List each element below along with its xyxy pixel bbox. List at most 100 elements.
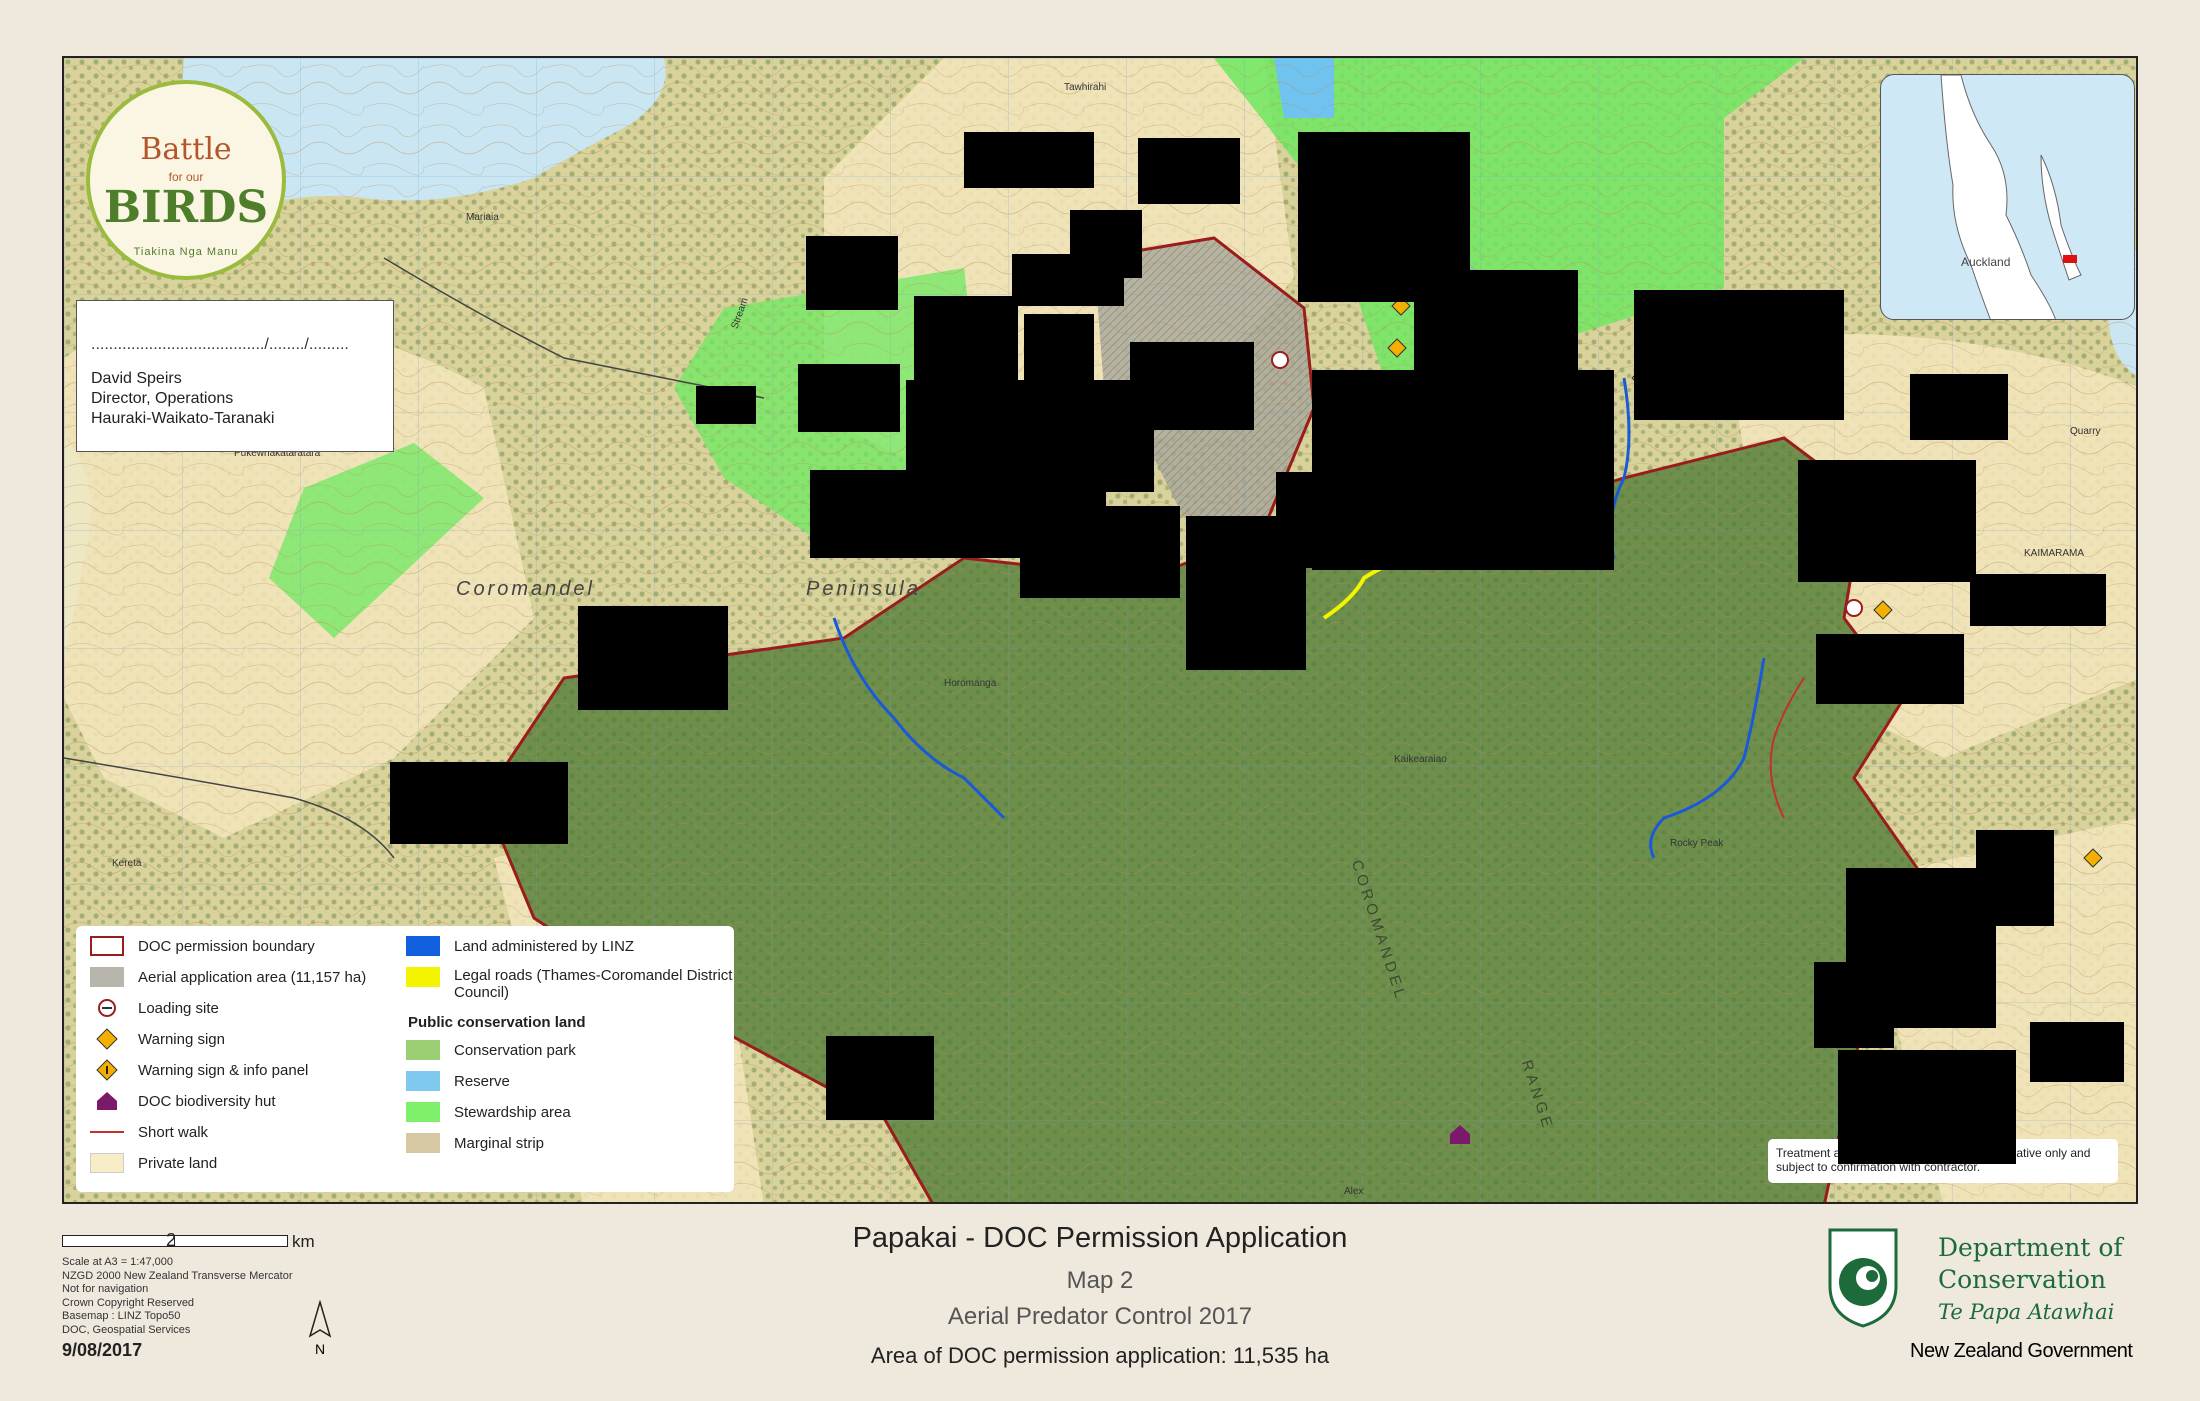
signature-line: ......................................./… (91, 336, 349, 353)
doc-maori-name: Te Papa Atawhai (1938, 1300, 2115, 1324)
redaction-block (578, 606, 728, 710)
legend-label: DOC permission boundary (138, 937, 315, 955)
roads-swatch (406, 967, 440, 987)
redaction-block (2030, 1022, 2124, 1082)
redaction-block (1020, 506, 1180, 598)
redaction-block (1186, 516, 1306, 670)
warning-info-icon (96, 1059, 118, 1081)
footer-note: Not for navigation (62, 1283, 149, 1295)
doc-logo-icon (1826, 1226, 1900, 1330)
reserve-swatch (406, 1071, 440, 1091)
park-swatch (406, 1040, 440, 1060)
logo-tiakina: Tiakina Nga Manu (133, 246, 239, 258)
redaction-block (826, 1036, 934, 1120)
legend-reserve: Reserve (406, 1071, 510, 1091)
legend-loading: Loading site (90, 998, 219, 1018)
legend-walk: Short walk (90, 1122, 208, 1142)
redaction-block (806, 236, 898, 310)
legend-label: Conservation park (454, 1041, 576, 1059)
footer-note: Crown Copyright Reserved (62, 1296, 195, 1309)
legend-roads: Legal roads (Thames-Coromandel District … (406, 967, 734, 1001)
label-alex: Alex (1344, 1186, 1364, 1197)
walk-line-icon (90, 1131, 124, 1133)
boundary-swatch (90, 936, 124, 956)
signature-box: ......................................./… (76, 300, 394, 452)
legend-park: Conservation park (406, 1040, 576, 1060)
legend-warning-info: Warning sign & info panel (90, 1059, 309, 1081)
scale-unit: km (292, 1232, 315, 1251)
redaction-block (798, 364, 900, 432)
battle-for-our-birds-logo: Battle for our BIRDS Tiakina Nga Manu (86, 80, 286, 280)
logo-birds: BIRDS (103, 182, 269, 233)
redaction-block (1798, 460, 1976, 582)
legend-label: Private land (138, 1154, 218, 1172)
loading-site-2 (1845, 599, 1863, 617)
legend-marginal: Marginal strip (406, 1133, 544, 1153)
map-subtitle: Aerial Predator Control 2017 (947, 1303, 1253, 1330)
redaction-block (1012, 254, 1124, 306)
label-tawhirahi: Tawhirahi (1064, 82, 1107, 93)
redaction-block (1138, 138, 1240, 204)
inset-map: Auckland (1880, 74, 2135, 320)
legend-boundary: DOC permission boundary (90, 936, 315, 956)
map-number: Map 2 (1066, 1267, 1134, 1294)
label-horomanga: Horomanga (944, 678, 997, 689)
redaction-block (1414, 270, 1578, 380)
legend-label: Short walk (138, 1123, 209, 1141)
nz-government: New Zealand Government (1910, 1340, 2133, 1362)
legend-label: Warning sign & info panel (138, 1061, 309, 1079)
legend-warning: Warning sign (90, 1028, 225, 1050)
north-label: N (315, 1341, 325, 1357)
label-mariaia: Mariaia (466, 212, 499, 223)
hut-icon (97, 1092, 117, 1110)
doc-name: Department of Conservation (1938, 1232, 2123, 1296)
label-kereta: Kereta (112, 858, 142, 869)
inset-location-marker (2063, 255, 2077, 263)
linz-swatch (406, 936, 440, 956)
label-peninsula: Peninsula (806, 578, 921, 600)
legend-label: Legal roads (Thames-Coromandel District … (454, 967, 733, 1001)
legend-label: Land administered by LINZ (454, 937, 635, 955)
map-title: Papakai - DOC Permission Application (852, 1222, 1348, 1254)
redaction-block (964, 132, 1094, 188)
legend-label: Reserve (454, 1072, 510, 1090)
private-swatch (90, 1153, 124, 1173)
legend-aerial: Aerial application area (11,157 ha) (90, 967, 366, 987)
footer-note: NZGD 2000 New Zealand Transverse Mercato… (62, 1269, 293, 1282)
legend-label: Loading site (138, 999, 219, 1017)
redaction-block (1816, 634, 1964, 704)
scale-number: 2 (166, 1230, 177, 1250)
map-legend: DOC permission boundary Aerial applicati… (76, 926, 734, 1192)
legend-label: Marginal strip (454, 1134, 545, 1152)
warning-sign-icon (96, 1028, 118, 1050)
footer-notes: Scale at A3 = 1:47,000 NZGD 2000 New Zea… (62, 1256, 292, 1337)
legend-label: Warning sign (138, 1030, 225, 1048)
inset-auckland-label: Auckland (1961, 255, 2011, 269)
redaction-block (1838, 1050, 2016, 1164)
legend-label: DOC biodiversity hut (138, 1092, 276, 1110)
doc-name-line2: Conservation (1938, 1265, 2107, 1294)
legend-hut: DOC biodiversity hut (90, 1091, 276, 1111)
label-rocky-peak: Rocky Peak (1670, 838, 1724, 849)
label-kaimarama: KAIMARAMA (2024, 548, 2085, 559)
label-kaikearaiao: Kaikearaiao (1394, 754, 1447, 765)
redaction-block (1024, 314, 1094, 382)
redaction-block (390, 762, 568, 844)
signatory-name: David Speirs (91, 370, 182, 387)
loading-site-icon (98, 999, 116, 1017)
legend-stewardship: Stewardship area (406, 1102, 571, 1122)
logo-battle: Battle (140, 132, 232, 167)
label-coromandel: Coromandel (456, 578, 595, 600)
title-block: Papakai - DOC Permission Application Map… (700, 1222, 1500, 1369)
signatory-region: Hauraki-Waikato-Taranaki (91, 410, 275, 427)
legend-linz: Land administered by LINZ (406, 936, 634, 956)
legend-label: Aerial application area (11,157 ha) (138, 968, 367, 986)
map-date: 9/08/2017 (62, 1340, 143, 1360)
legend-private: Private land (90, 1153, 217, 1173)
legend-label: Stewardship area (454, 1103, 571, 1121)
map-area: Area of DOC permission application: 11,5… (870, 1343, 1330, 1368)
redaction-block (696, 386, 756, 424)
legend-heading: Public conservation land (408, 1014, 586, 1031)
stewardship-swatch (406, 1102, 440, 1122)
redaction-block (1814, 962, 1894, 1048)
